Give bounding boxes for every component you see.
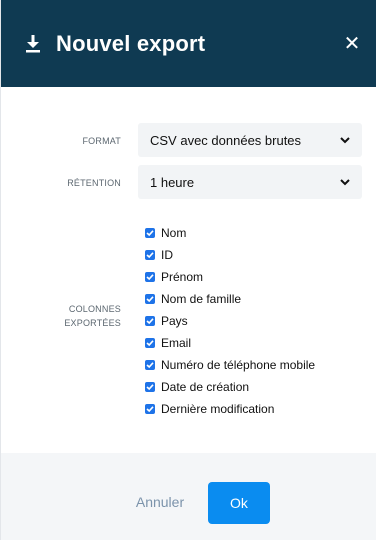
retention-select[interactable]: 1 heure: [138, 165, 362, 199]
checkbox-pays[interactable]: Pays: [145, 310, 315, 332]
checkbox-nom-de-famille[interactable]: Nom de famille: [145, 288, 315, 310]
close-icon[interactable]: ✕: [342, 34, 362, 54]
checkbox-label: ID: [161, 248, 173, 262]
export-dialog: Nouvel export ✕ FORMAT CSV avec données …: [0, 0, 376, 540]
format-label: FORMAT: [82, 136, 121, 146]
download-icon: [25, 34, 41, 53]
checkbox-checked-icon: [145, 338, 155, 348]
checkbox-checked-icon: [145, 250, 155, 260]
chevron-down-icon: [340, 178, 350, 186]
columns-checklist: Nom ID Prénom Nom de famille Pays Email: [145, 222, 315, 420]
checkbox-label: Numéro de téléphone mobile: [161, 358, 316, 372]
dialog-title: Nouvel export: [56, 30, 206, 56]
cancel-button[interactable]: Annuler: [134, 482, 186, 522]
checkbox-checked-icon: [145, 404, 155, 414]
checkbox-checked-icon: [145, 272, 155, 282]
checkbox-checked-icon: [145, 316, 155, 326]
checkbox-email[interactable]: Email: [145, 332, 315, 354]
checkbox-telephone-mobile[interactable]: Numéro de téléphone mobile: [145, 354, 315, 376]
checkbox-label: Nom: [161, 226, 187, 240]
format-select[interactable]: CSV avec données brutes: [138, 123, 362, 157]
chevron-down-icon: [340, 136, 350, 144]
checkbox-label: Prénom: [161, 270, 204, 284]
columns-label-line2: EXPORTÉES: [64, 318, 121, 328]
checkbox-checked-icon: [145, 294, 155, 304]
checkbox-label: Nom de famille: [161, 292, 242, 306]
checkbox-checked-icon: [145, 382, 155, 392]
checkbox-label: Dernière modification: [161, 402, 275, 416]
checkbox-nom[interactable]: Nom: [145, 222, 315, 244]
ok-button[interactable]: Ok: [208, 482, 270, 524]
checkbox-label: Pays: [161, 314, 188, 328]
dialog-footer: Annuler Ok: [1, 453, 376, 540]
checkbox-prenom[interactable]: Prénom: [145, 266, 315, 288]
format-value: CSV avec données brutes: [150, 132, 302, 148]
retention-value: 1 heure: [150, 174, 195, 190]
dialog-body: FORMAT CSV avec données brutes RÉTENTION…: [1, 87, 376, 453]
retention-label: RÉTENTION: [67, 178, 121, 188]
checkbox-label: Date de création: [161, 380, 250, 394]
columns-label-line1: COLONNES: [68, 304, 121, 314]
dialog-header: Nouvel export ✕: [1, 0, 376, 87]
checkbox-id[interactable]: ID: [145, 244, 315, 266]
checkbox-checked-icon: [145, 360, 155, 370]
checkbox-derniere-modification[interactable]: Dernière modification: [145, 398, 315, 420]
columns-label: COLONNES EXPORTÉES: [41, 302, 121, 330]
checkbox-checked-icon: [145, 228, 155, 238]
checkbox-date-de-creation[interactable]: Date de création: [145, 376, 315, 398]
checkbox-label: Email: [161, 336, 192, 350]
